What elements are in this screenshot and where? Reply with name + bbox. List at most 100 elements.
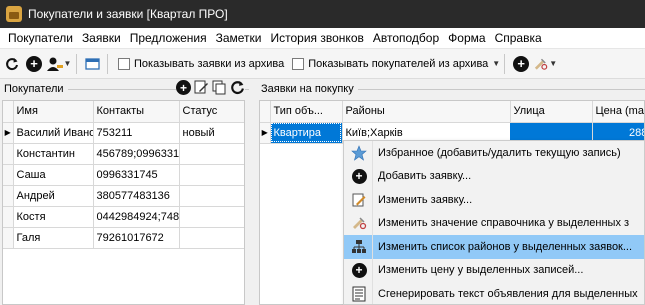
tools-icon: [535, 58, 548, 70]
menu-item-label: Добавить заявку...: [378, 170, 472, 183]
row-indicator-header: [260, 101, 271, 123]
menu-item-offers[interactable]: Предложения: [125, 31, 211, 45]
add-request-button[interactable]: +: [511, 54, 531, 74]
menu-item-help[interactable]: Справка: [490, 31, 546, 45]
buyer-status-cell[interactable]: [179, 206, 244, 228]
menu-item-edit-dictionary-value[interactable]: Изменить значение справочника у выделенн…: [344, 212, 644, 236]
table-row[interactable]: Константин 456789;0996331: [3, 143, 244, 165]
requests-panel-header: Заявки на покупку: [257, 80, 645, 98]
buyer-contacts-cell[interactable]: 456789;0996331: [93, 143, 180, 165]
menu-item-label: Изменить заявку...: [378, 193, 473, 206]
buyer-contacts-cell[interactable]: 380577483136: [93, 185, 180, 207]
table-row[interactable]: Андрей 380577483136: [3, 185, 244, 207]
window-icon: [85, 57, 100, 70]
requests-panel-title: Заявки на покупку: [257, 83, 358, 95]
panel-splitter[interactable]: [249, 80, 257, 305]
toolbar-separator: [504, 53, 506, 74]
add-buyer-button[interactable]: +: [176, 80, 191, 95]
edit-request-icon: [350, 191, 368, 209]
buyers-grid: Имя Контакты Статус ▶ Василий Ивано 7532…: [2, 100, 245, 305]
column-header-contacts[interactable]: Контакты: [93, 101, 180, 123]
menu-item-generate-ad-text[interactable]: Сгенерировать текст объявления для выдел…: [344, 282, 644, 305]
plus-circle-icon: +: [350, 261, 368, 279]
buyers-panel-tools: +: [176, 80, 245, 95]
menu-item-label: Сгенерировать текст объявления для выдел…: [378, 287, 638, 300]
menu-item-buyers[interactable]: Покупатели: [3, 31, 77, 45]
user-icon: [46, 57, 63, 71]
buyer-status-cell[interactable]: [179, 185, 244, 207]
buyers-panel-header: Покупатели +: [0, 80, 249, 98]
requests-table: Тип объ... Районы Улица Цена (max ▶ Квар…: [260, 101, 644, 144]
user-status-button[interactable]: ▼: [46, 54, 72, 74]
row-indicator: [3, 185, 14, 207]
row-indicator: [3, 206, 14, 228]
buyer-contacts-cell[interactable]: 0442984924;748: [93, 206, 180, 228]
chevron-down-icon: ▼: [549, 59, 558, 68]
checkbox-box[interactable]: [118, 57, 130, 70]
add-button[interactable]: +: [24, 54, 44, 74]
column-header-street[interactable]: Улица: [510, 101, 593, 123]
show-archived-buyers-checkbox[interactable]: Показывать покупателей из архива: [292, 57, 488, 70]
refresh-icon[interactable]: [230, 80, 245, 95]
buyer-status-cell[interactable]: [179, 143, 244, 165]
menu-item-call-history[interactable]: История звонков: [266, 31, 368, 45]
buyer-status-cell[interactable]: [179, 227, 244, 249]
buyer-name-cell[interactable]: Василий Ивано: [13, 122, 94, 144]
menu-icon-gutter: [372, 141, 373, 304]
buyer-status-cell[interactable]: новый: [179, 122, 244, 144]
buyers-table-header: Имя Контакты Статус: [3, 101, 244, 123]
app-icon: [6, 6, 22, 22]
table-row[interactable]: ▶ Василий Ивано 753211 новый: [3, 122, 244, 144]
menu-item-requests[interactable]: Заявки: [77, 31, 125, 45]
buyer-contacts-cell[interactable]: 79261017672: [93, 227, 180, 249]
plus-circle-icon: +: [26, 55, 42, 72]
checkbox-box[interactable]: [292, 57, 305, 70]
column-header-districts[interactable]: Районы: [342, 101, 511, 123]
column-header-name[interactable]: Имя: [13, 101, 94, 123]
menu-item-label: Изменить список районов у выделенных зая…: [378, 240, 633, 253]
toolbar-separator: [76, 53, 77, 74]
request-type-cell[interactable]: Квартира: [270, 122, 343, 144]
row-indicator-header: [3, 101, 14, 123]
chevron-down-icon: ▼: [63, 59, 72, 68]
menu-item-edit-districts[interactable]: Изменить список районов у выделенных зая…: [344, 235, 644, 259]
buyer-contacts-cell[interactable]: 0996331745: [93, 164, 180, 186]
star-icon: [350, 144, 368, 162]
menu-item-label: Изменить значение справочника у выделенн…: [378, 217, 630, 230]
buyer-contacts-cell[interactable]: 753211: [93, 122, 180, 144]
menu-item-form[interactable]: Форма: [443, 31, 489, 45]
buyer-name-cell[interactable]: Костя: [13, 206, 94, 228]
column-header-status[interactable]: Статус: [179, 101, 244, 123]
table-row[interactable]: Саша 0996331745: [3, 164, 244, 186]
chevron-down-icon[interactable]: ▼: [492, 59, 500, 68]
generate-text-icon: [350, 285, 368, 303]
buyer-name-cell[interactable]: Галя: [13, 227, 94, 249]
menu-item-favorite[interactable]: Избранное (добавить/удалить текущую запи…: [344, 141, 644, 165]
menu-item-notes[interactable]: Заметки: [211, 31, 266, 45]
window-layout-button[interactable]: [83, 54, 103, 74]
edit-buyer-icon[interactable]: [194, 80, 209, 95]
row-indicator: [3, 143, 14, 165]
menu-item-label: Избранное (добавить/удалить текущую запи…: [378, 146, 621, 159]
menu-item-edit-price[interactable]: + Изменить цену у выделенных записей...: [344, 259, 644, 283]
menu-item-add-request[interactable]: + Добавить заявку...: [344, 165, 644, 189]
buyer-status-cell[interactable]: [179, 164, 244, 186]
menu-item-autoselect[interactable]: Автоподбор: [368, 31, 443, 45]
column-header-type[interactable]: Тип объ...: [270, 101, 343, 123]
column-header-price[interactable]: Цена (max: [592, 101, 644, 123]
dictionary-edit-icon: [350, 214, 368, 232]
buyer-name-cell[interactable]: Саша: [13, 164, 94, 186]
table-row[interactable]: Костя 0442984924;748: [3, 206, 244, 228]
buyer-name-cell[interactable]: Константин: [13, 143, 94, 165]
title-bar: Покупатели и заявки [Квартал ПРО]: [0, 0, 645, 28]
show-archived-requests-label: Показывать заявки из архива: [134, 57, 285, 70]
refresh-button[interactable]: [2, 54, 22, 74]
window-title: Покупатели и заявки [Квартал ПРО]: [28, 7, 228, 21]
show-archived-requests-checkbox[interactable]: Показывать заявки из архива: [118, 57, 285, 70]
menu-item-edit-request[interactable]: Изменить заявку...: [344, 188, 644, 212]
table-row[interactable]: Галя 79261017672: [3, 227, 244, 249]
tools-button[interactable]: ▼: [533, 54, 557, 74]
copy-icon[interactable]: [212, 80, 227, 95]
refresh-icon: [6, 57, 18, 70]
buyer-name-cell[interactable]: Андрей: [13, 185, 94, 207]
